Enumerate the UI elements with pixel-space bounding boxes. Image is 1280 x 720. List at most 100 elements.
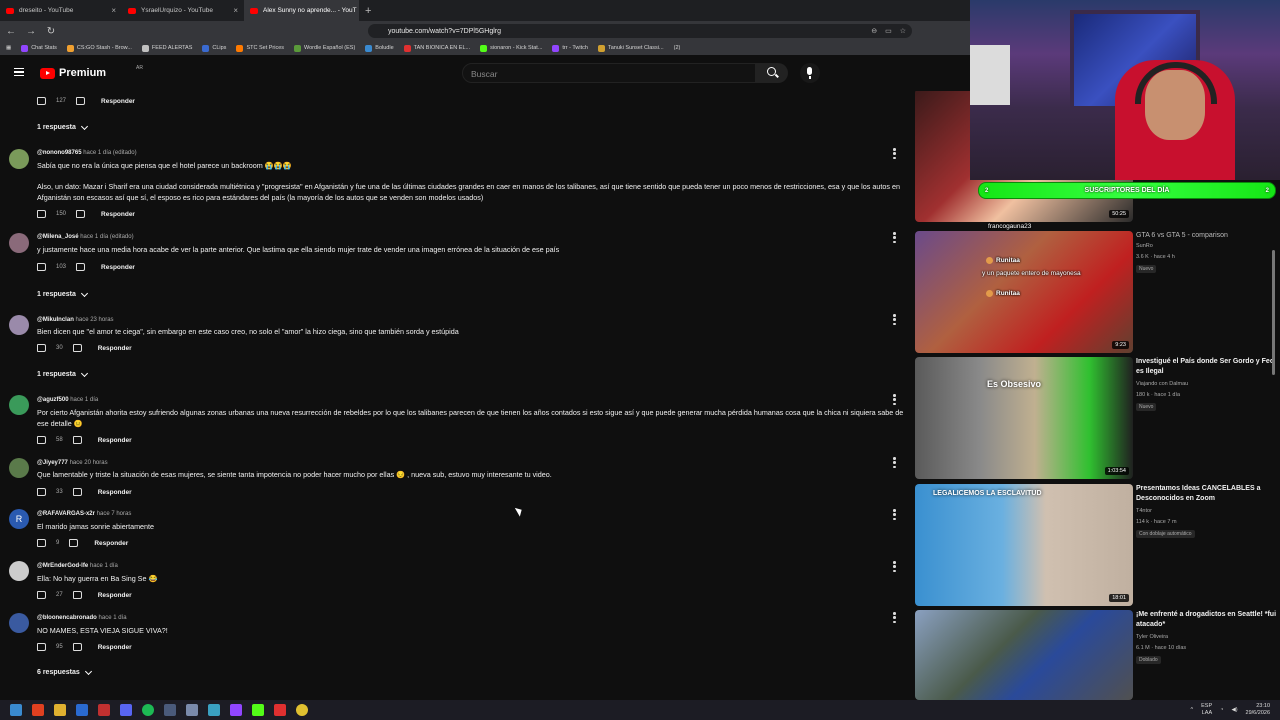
video-thumbnail[interactable]: 1:03:54 Es Obsesivo [915,357,1133,479]
avatar[interactable] [9,233,29,253]
dislike-icon[interactable] [72,436,82,444]
comment-time[interactable]: hace 23 horas [76,317,114,323]
more-options-icon[interactable] [893,612,896,623]
more-options-icon[interactable] [893,561,896,572]
forward-icon[interactable]: → [26,26,36,37]
replies-toggle[interactable]: 1 respuesta [37,122,88,131]
chrome-icon[interactable] [296,704,308,716]
comment-author[interactable]: @bloonencabronado [37,615,97,621]
reply-button[interactable]: Responder [101,98,135,105]
video-thumbnail[interactable]: LEGALICEMOS LA ESCLAVITUD 18:01 [915,484,1133,606]
avatar[interactable] [9,395,29,415]
dislike-icon[interactable] [76,210,86,218]
bookmark[interactable]: CS:GO Stash - Brow... [66,44,132,52]
bookmark[interactable]: STC Set Prices [236,44,284,52]
reply-button[interactable]: Responder [98,489,132,496]
like-icon[interactable] [37,591,46,599]
reply-button[interactable]: Responder [98,644,132,651]
comment-author[interactable]: @RAFAVARGAS-x2r [37,511,95,517]
wifi-icon[interactable]: ◔ [1220,707,1223,713]
comment-author[interactable]: @Milena_José [37,234,79,240]
dislike-icon[interactable] [72,344,82,352]
spotify-icon[interactable] [142,704,154,716]
replies-toggle[interactable]: 6 respuestas [37,667,92,676]
reply-button[interactable]: Responder [98,437,132,444]
start-icon[interactable] [10,704,22,716]
bookmark[interactable]: Boludle [365,44,394,52]
chevron-up-icon[interactable]: ^ [1191,707,1194,713]
replies-toggle[interactable]: 1 respuesta [37,289,88,298]
video-channel[interactable]: Viajando con Dalmau [1136,381,1188,387]
comment-author[interactable]: @MikuInclan [37,317,74,323]
app-icon[interactable] [164,704,176,716]
video-channel[interactable]: Tyler Oliveira [1136,634,1168,640]
app-icon[interactable] [186,704,198,716]
like-icon[interactable] [37,263,46,271]
zoom-icon[interactable]: ⊖ [871,27,877,35]
avatar[interactable] [9,315,29,335]
comment-time[interactable]: hace 7 horas [97,511,132,517]
apps-icon[interactable]: ▦ [6,45,11,51]
dislike-icon[interactable] [72,643,82,651]
video-channel[interactable]: T4ntor [1136,508,1152,514]
video-title[interactable]: GTA 6 vs GTA 5 - comparison [1136,231,1280,241]
avatar[interactable] [9,458,29,478]
bookmark[interactable]: sionaron - Kick Stat... [480,44,542,52]
dislike-icon[interactable] [76,263,86,271]
comment-author[interactable]: @nonono98765 [37,150,82,156]
microphone-icon[interactable] [800,63,820,83]
reply-button[interactable]: Responder [98,592,132,599]
clock[interactable]: 23:10 29/6/2026 [1246,703,1270,717]
replies-toggle[interactable]: 1 respuesta [37,369,88,378]
close-icon[interactable]: × [111,6,116,15]
comment-time[interactable]: hace 1 día (editado) [80,234,133,240]
like-icon[interactable] [37,643,46,651]
bookmark[interactable]: FEED ALERTAS [141,44,192,52]
more-options-icon[interactable] [893,509,896,520]
reply-button[interactable]: Responder [98,345,132,352]
video-title[interactable]: Presentamos Ideas CANCELABLES a Desconoc… [1136,484,1280,504]
sidebar-scrollbar[interactable] [1272,250,1275,375]
bookmark[interactable]: Wordle Español (ES) [294,44,355,52]
comment-time[interactable]: hace 1 día (editado) [83,150,136,156]
comment-author[interactable]: @aguzf500 [37,397,69,403]
avatar[interactable] [9,613,29,633]
new-tab-button[interactable]: + [365,5,371,17]
bookmark[interactable]: TAN BIONICA EN EL... [403,44,470,52]
like-icon[interactable] [37,488,46,496]
like-icon[interactable] [37,344,46,352]
like-icon[interactable] [37,210,46,218]
reply-button[interactable]: Responder [94,540,128,547]
video-title[interactable]: Investigué el País donde Ser Gordo y Feo… [1136,357,1280,377]
volume-icon[interactable]: ◀) [1231,707,1237,713]
kick-icon[interactable] [252,704,264,716]
bookmark[interactable]: (2) [674,45,681,51]
more-options-icon[interactable] [893,314,896,325]
dislike-icon[interactable] [76,97,86,105]
bookmark[interactable]: trr - Twitch [552,44,588,52]
folder-icon[interactable] [54,704,66,716]
more-options-icon[interactable] [893,232,896,243]
like-icon[interactable] [37,436,46,444]
twitch-icon[interactable] [230,704,242,716]
like-icon[interactable] [37,539,46,547]
comment-time[interactable]: hace 20 horas [70,460,108,466]
search-input[interactable]: Buscar [462,63,756,83]
address-bar[interactable]: youtube.com/watch?v=7DPl5GHglrg ⊖ ▭ ☆ [368,24,912,38]
app-icon[interactable] [76,704,88,716]
avatar[interactable] [9,561,29,581]
avatar[interactable] [9,149,29,169]
star-icon[interactable]: ☆ [900,27,906,35]
comment-time[interactable]: hace 1 día [90,563,118,569]
video-channel[interactable]: SunRo [1136,243,1153,249]
dislike-icon[interactable] [69,539,79,547]
dislike-icon[interactable] [72,488,82,496]
language-indicator[interactable]: ESP LAA [1201,703,1212,717]
bookmark[interactable]: Chat Stats [21,44,57,52]
comment-author[interactable]: @Jiyey777 [37,460,68,466]
discord-icon[interactable] [120,704,132,716]
app-icon[interactable] [208,704,220,716]
app-icon[interactable] [274,704,286,716]
close-icon[interactable]: × [233,6,238,15]
browser-icon[interactable] [32,704,44,716]
